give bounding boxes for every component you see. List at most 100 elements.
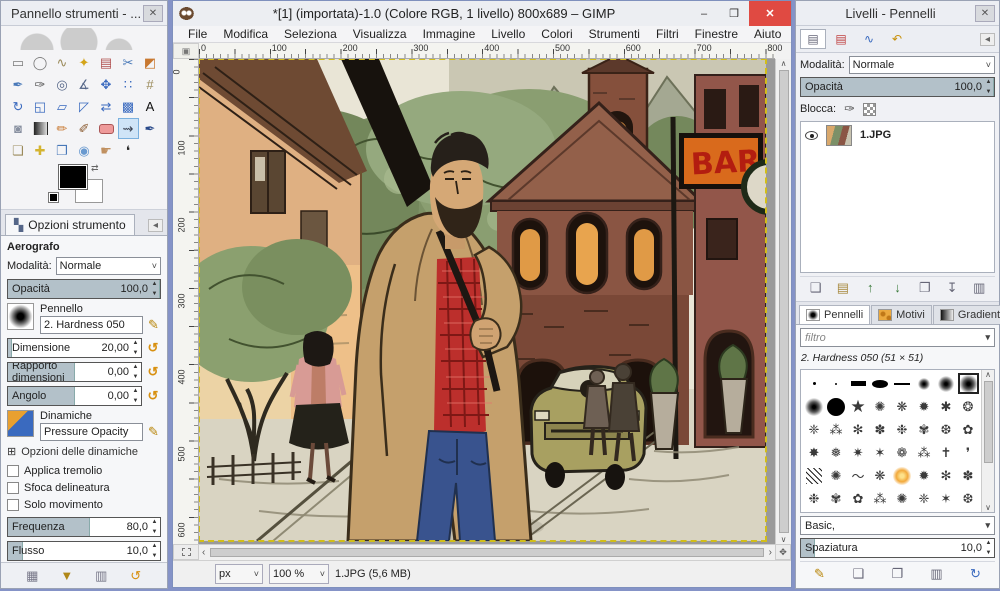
- brush-name-input[interactable]: [40, 316, 143, 334]
- brush-cell[interactable]: ✹: [914, 465, 935, 486]
- brush-cell[interactable]: ★: [848, 396, 869, 417]
- tool-text[interactable]: A: [140, 96, 161, 117]
- brush-filter-input[interactable]: filtro ▾: [800, 328, 995, 347]
- tool-ellipse-select[interactable]: ◯: [30, 52, 51, 73]
- tool-paintbrush[interactable]: ✐: [74, 118, 95, 139]
- dock-titlebar[interactable]: Livelli - Pennelli ✕: [796, 1, 999, 26]
- brush-cell[interactable]: ❈: [804, 419, 825, 440]
- mode-select[interactable]: Normale˅: [56, 257, 161, 275]
- tab-pennelli[interactable]: Pennelli: [799, 305, 870, 324]
- duplicate-layer-button[interactable]: ❐: [915, 280, 935, 296]
- tool-blur-sharpen[interactable]: ◉: [74, 140, 95, 161]
- tool-smudge[interactable]: ☛: [96, 140, 117, 161]
- layer-visibility-icon[interactable]: [805, 131, 818, 140]
- brush-cell[interactable]: ✷: [848, 442, 869, 463]
- scroll-down-icon[interactable]: ∨: [781, 535, 787, 544]
- dock-close-button[interactable]: ✕: [975, 5, 995, 22]
- navigation-button[interactable]: ✥: [775, 544, 791, 560]
- brush-cell[interactable]: [870, 373, 891, 394]
- menu-filtri[interactable]: Filtri: [649, 26, 686, 42]
- window-titlebar[interactable]: *[1] (importata)-1.0 (Colore RGB, 1 live…: [173, 1, 791, 26]
- checkbox-sfoca-delineatura[interactable]: Sfoca delineatura: [7, 479, 161, 496]
- brush-cell[interactable]: ❅: [826, 442, 847, 463]
- reset-size-button[interactable]: ↺: [145, 340, 161, 356]
- tool-rect-select[interactable]: ▭: [8, 52, 29, 73]
- brush-cell[interactable]: ❋: [892, 396, 913, 417]
- tab-paths[interactable]: ∿: [856, 29, 882, 49]
- layer-mode-select[interactable]: Normale˅: [849, 56, 995, 74]
- tool-dodge-burn[interactable]: ❛: [118, 140, 139, 161]
- brush-cell[interactable]: [826, 373, 847, 394]
- brush-cell[interactable]: [804, 465, 825, 486]
- tab-tool-options[interactable]: ▚ Opzioni strumento: [5, 214, 135, 235]
- lower-layer-button[interactable]: ↓: [887, 280, 907, 296]
- tool-bucket-fill[interactable]: ◙: [8, 118, 29, 139]
- tool-gradient[interactable]: [33, 122, 48, 135]
- brush-cell[interactable]: ✿: [958, 419, 979, 440]
- menu-modifica[interactable]: Modifica: [216, 26, 275, 42]
- brush-cell[interactable]: ✺: [892, 488, 913, 509]
- menu-aiuto[interactable]: Aiuto: [747, 26, 788, 42]
- tool-perspective[interactable]: ◸: [74, 96, 95, 117]
- delete-brush-button[interactable]: ▥: [927, 566, 947, 582]
- tool-ink[interactable]: ✒: [140, 118, 161, 139]
- close-button[interactable]: ✕: [749, 1, 791, 26]
- tool-airbrush[interactable]: ⇝: [118, 118, 139, 139]
- save-options-button[interactable]: ▦: [22, 568, 42, 584]
- brush-cell[interactable]: ✾: [826, 488, 847, 509]
- menu-colori[interactable]: Colori: [534, 26, 579, 42]
- ruler-corner-menu[interactable]: ▣: [173, 43, 199, 59]
- unit-select[interactable]: px˅: [215, 564, 263, 584]
- tool-zoom[interactable]: ◎: [52, 74, 73, 95]
- tool-scissors-select[interactable]: ✂: [118, 52, 139, 73]
- brush-cell[interactable]: [804, 373, 825, 394]
- brush-cell[interactable]: ✶: [936, 488, 957, 509]
- brush-cell[interactable]: [958, 373, 979, 394]
- horizontal-ruler[interactable]: 0100200300400500600700800: [199, 43, 775, 59]
- brush-scrollbar-thumb[interactable]: [984, 381, 993, 463]
- brush-cell[interactable]: [914, 373, 935, 394]
- tab-gradienti[interactable]: Gradienti: [933, 305, 1000, 324]
- menu-immagine[interactable]: Immagine: [416, 26, 483, 42]
- tool-rotate[interactable]: ↻: [8, 96, 29, 117]
- layer-opacity-slider[interactable]: Opacità 100,0 ▲▼: [800, 77, 995, 97]
- brush-cell[interactable]: ✾: [914, 419, 935, 440]
- tool-measure[interactable]: ∡: [74, 74, 95, 95]
- scroll-up-icon[interactable]: ∧: [781, 59, 787, 68]
- menu-seleziona[interactable]: Seleziona: [277, 26, 344, 42]
- maximize-button[interactable]: ❒: [719, 1, 749, 26]
- brush-cell[interactable]: ✺: [870, 396, 891, 417]
- tool-perspective-clone[interactable]: ❐: [52, 140, 73, 161]
- tab-layers[interactable]: ▤: [800, 29, 826, 49]
- vertical-scrollbar[interactable]: ∧ ∨: [775, 59, 791, 544]
- checkbox-box[interactable]: [7, 499, 19, 511]
- edit-dynamics-icon[interactable]: ✎: [146, 423, 161, 441]
- dynamics-options-expander[interactable]: ⊞ Opzioni delle dinamiche: [7, 445, 161, 458]
- tool-scale[interactable]: ◱: [30, 96, 51, 117]
- layer-name[interactable]: 1.JPG: [860, 129, 891, 141]
- brush-cell[interactable]: [936, 373, 957, 394]
- new-layer-button[interactable]: ❑: [806, 280, 826, 296]
- tool-shear[interactable]: ▱: [52, 96, 73, 117]
- layer-thumbnail[interactable]: [826, 125, 852, 146]
- toolbox-titlebar[interactable]: Pannello strumenti - ... ✕: [1, 1, 167, 26]
- rate-slider[interactable]: Frequenza 80,0 ▲▼: [7, 517, 161, 537]
- checkbox-solo-movimento[interactable]: Solo movimento: [7, 496, 161, 513]
- zoom-select[interactable]: 100 %˅: [269, 564, 329, 584]
- angle-slider[interactable]: Angolo 0,00 ▲▼: [7, 386, 142, 406]
- brush-cell[interactable]: ✿: [848, 488, 869, 509]
- aspect-ratio-slider[interactable]: Rapporto dimensioni 0,00 ▲▼: [7, 362, 142, 382]
- brush-cell[interactable]: ❈: [914, 488, 935, 509]
- brush-cell[interactable]: ❉: [892, 419, 913, 440]
- tool-move[interactable]: ✥: [96, 74, 117, 95]
- menu-file[interactable]: File: [181, 26, 214, 42]
- brush-cell[interactable]: ⁂: [826, 419, 847, 440]
- tool-eraser[interactable]: [99, 124, 114, 134]
- brush-cell[interactable]: [892, 373, 913, 394]
- size-slider[interactable]: Dimensione 20,00 ▲▼: [7, 338, 142, 358]
- brush-cell[interactable]: ❉: [804, 488, 825, 509]
- brush-category-select[interactable]: Basic, ▾: [800, 516, 995, 535]
- horizontal-scrollbar-thumb[interactable]: [210, 548, 763, 557]
- tool-crop[interactable]: #: [140, 74, 161, 95]
- minimize-button[interactable]: –: [689, 1, 719, 26]
